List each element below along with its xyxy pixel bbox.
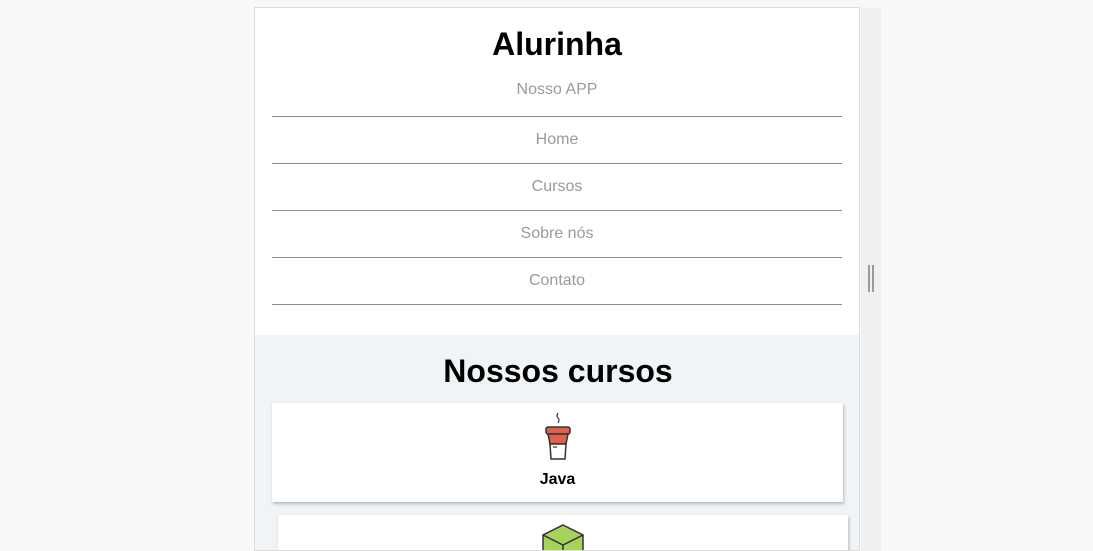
courses-title: Nossos cursos xyxy=(443,353,673,389)
course-card-2[interactable] xyxy=(278,515,848,550)
nav-item-home[interactable]: Home xyxy=(272,117,842,164)
resize-handle[interactable] xyxy=(868,265,874,292)
nav-item-contato[interactable]: Contato xyxy=(272,258,842,305)
course-card-java[interactable]: Java xyxy=(272,403,843,502)
coffee-cup-icon xyxy=(272,411,843,470)
nav-item-cursos[interactable]: Cursos xyxy=(272,164,842,211)
site-header: Alurinha Nosso APP Home Cursos Sobre nós… xyxy=(255,8,859,305)
app-title: Alurinha xyxy=(492,26,622,62)
page-viewport: Alurinha Nosso APP Home Cursos Sobre nós… xyxy=(254,7,860,551)
main-nav: Nosso APP Home Cursos Sobre nós Contato xyxy=(272,68,842,305)
courses-section: Nossos cursos Java xyxy=(255,335,859,550)
cube-icon xyxy=(278,523,848,550)
nav-item-sobre-nos[interactable]: Sobre nós xyxy=(272,211,842,258)
course-name-java: Java xyxy=(539,471,576,488)
nav-item-nosso-app[interactable]: Nosso APP xyxy=(272,68,842,117)
